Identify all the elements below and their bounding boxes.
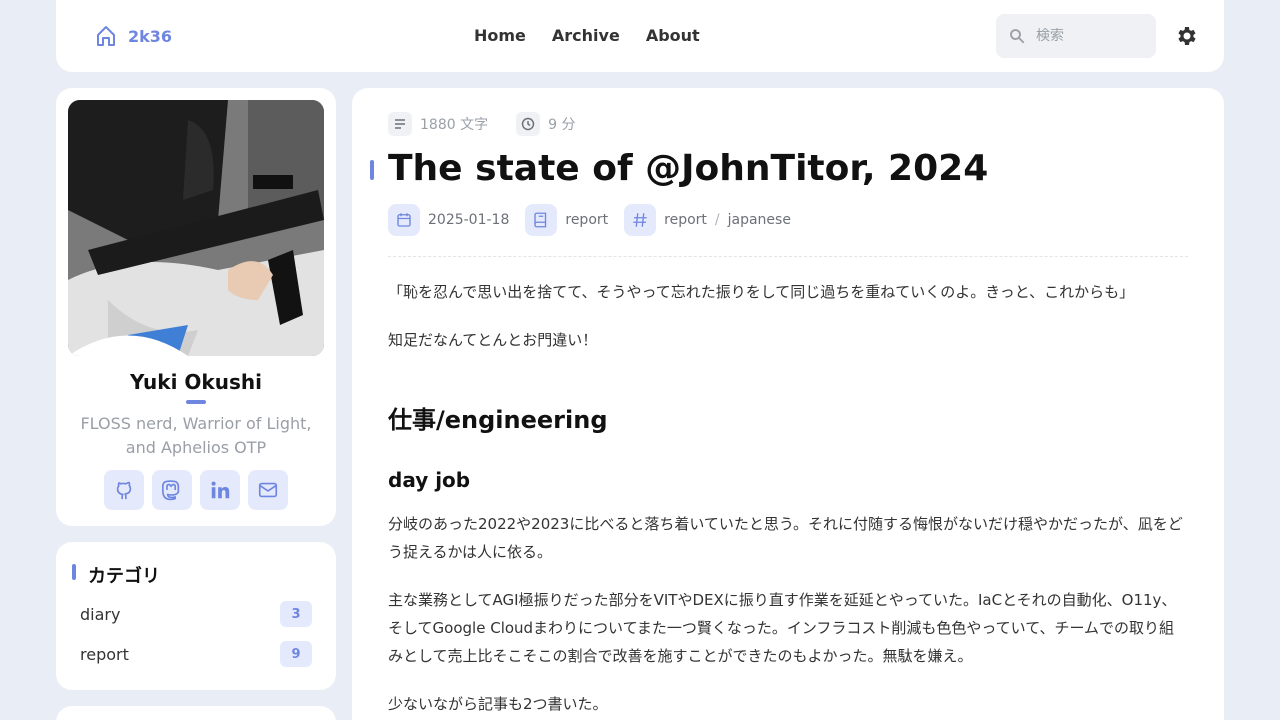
book-icon [525, 204, 558, 236]
post-tag[interactable]: report [664, 212, 707, 228]
word-count: 1880 文字 [420, 117, 489, 133]
paragraph: 少ないながら記事も2つ書いた。 [388, 695, 608, 713]
gear-icon[interactable] [1174, 24, 1198, 48]
category-count: 3 [280, 601, 312, 627]
clock-icon [516, 112, 541, 136]
hash-icon [624, 204, 657, 236]
paragraph: 「恥を忍んで思い出を捨てて、そうやって忘れた振りをして同じ過ちを重ねていくのよ。… [388, 283, 1135, 301]
categories-card: カテゴリ diary 3 report 9 [56, 542, 336, 690]
categories-accent [72, 564, 76, 580]
avatar[interactable] [68, 100, 324, 356]
nav-about[interactable]: About [638, 24, 718, 48]
name-underline [186, 400, 206, 404]
category-count: 9 [280, 641, 312, 667]
nav-links: Home Archive About [466, 24, 718, 48]
nav-archive[interactable]: Archive [544, 24, 638, 48]
category-label: diary [80, 604, 121, 624]
search-input[interactable] [1036, 28, 1136, 44]
mastodon-button[interactable] [152, 470, 192, 510]
read-time: 9 分 [548, 117, 576, 133]
profile-name: Yuki Okushi [130, 370, 262, 394]
nav-home[interactable]: Home [466, 24, 544, 48]
text-icon [388, 112, 412, 136]
category-label: report [80, 644, 129, 664]
tag-separator: / [714, 212, 720, 228]
post-title: The state of @JohnTitor, 2024 [388, 148, 989, 189]
profile-card: Yuki Okushi FLOSS nerd, Warrior of Light… [56, 88, 336, 526]
post-tag[interactable]: japanese [728, 212, 791, 228]
linkedin-icon [211, 481, 230, 499]
section-heading: 仕事/engineering [388, 406, 608, 434]
paragraph: 知足だなんてとんとお門違い！ [388, 331, 598, 349]
mastodon-icon [162, 480, 180, 501]
mail-icon [258, 482, 278, 498]
search-icon [1010, 29, 1025, 44]
social-links [104, 470, 288, 510]
article: 1880 文字 9 分 The state of @JohnTitor, 202… [352, 88, 1224, 720]
home-icon [97, 26, 115, 46]
search-box[interactable] [996, 14, 1156, 58]
subsection-heading: day job [388, 468, 471, 492]
calendar-icon [388, 204, 420, 236]
post-category[interactable]: report [565, 212, 608, 228]
category-item-report[interactable]: report 9 [80, 640, 312, 668]
article-stats: 1880 文字 9 分 [388, 112, 575, 136]
category-item-diary[interactable]: diary 3 [80, 600, 312, 628]
profile-bio: FLOSS nerd, Warrior of Light, and Apheli… [80, 414, 312, 457]
github-icon [116, 481, 132, 500]
github-button[interactable] [104, 470, 144, 510]
brand-name: 2k36 [128, 26, 173, 46]
post-date: 2025-01-18 [428, 212, 510, 228]
linkedin-button[interactable] [200, 470, 240, 510]
categories-title: カテゴリ [88, 566, 160, 587]
sidebar-card-next [56, 706, 336, 720]
paragraph: 主な業務としてAGI極振りだった部分をVITやDEXに振り直す作業を延延とやって… [388, 591, 1177, 665]
meta-divider [388, 256, 1188, 257]
mail-button[interactable] [248, 470, 288, 510]
title-accent [370, 160, 374, 180]
paragraph: 分岐のあった2022や2023に比べると落ち着いていたと思う。それに付随する悔恨… [388, 515, 1183, 561]
navbar: 2k36 Home Archive About [56, 0, 1224, 72]
brand-link[interactable]: 2k36 [94, 22, 172, 50]
post-meta: 2025-01-18 report report / japanese [388, 204, 791, 236]
